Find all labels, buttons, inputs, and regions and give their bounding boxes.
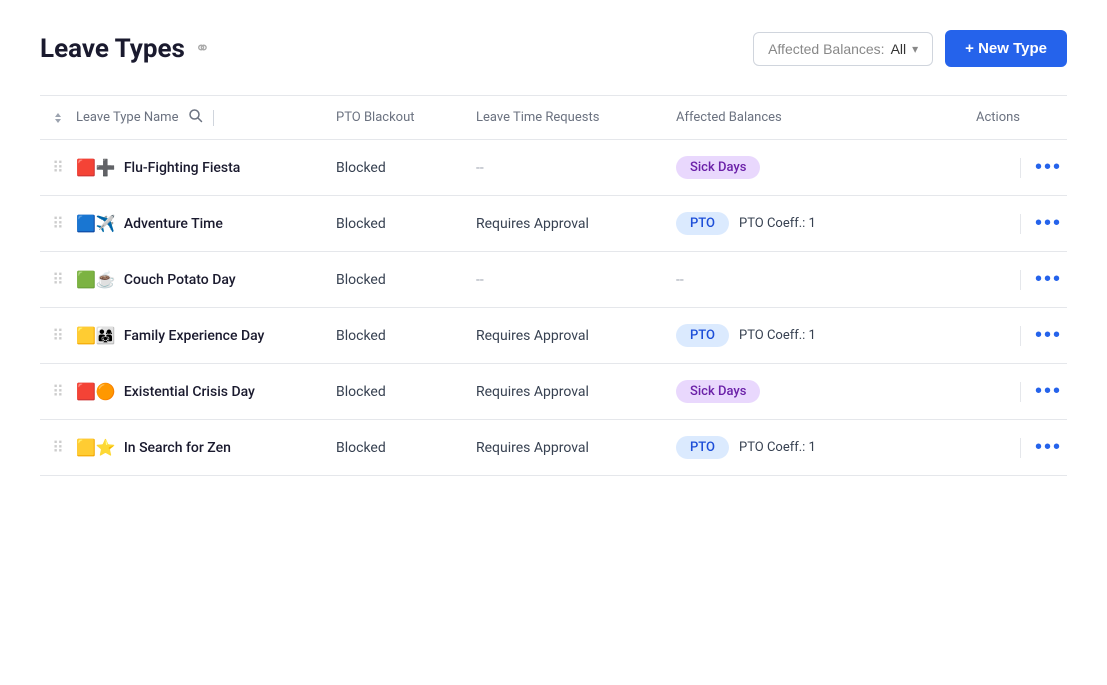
table-row: ⠿ 🟩☕ Couch Potato Day Blocked -- -- ••• (40, 252, 1067, 308)
row-requests: Requires Approval (476, 384, 676, 400)
row-name-cell: 🟨👨‍👩‍👧 Family Experience Day (76, 326, 336, 345)
affected-balances-filter[interactable]: Affected Balances: All ▾ (753, 32, 933, 66)
drag-handle[interactable]: ⠿ (40, 438, 76, 457)
leave-time-requests-label: Leave Time Requests (476, 110, 676, 125)
row-requests: Requires Approval (476, 216, 676, 232)
row-requests: Requires Approval (476, 328, 676, 344)
action-divider (1020, 382, 1021, 402)
action-divider (1020, 438, 1021, 458)
row-balances: PTO PTO Coeff.: 1 (676, 212, 976, 235)
row-name-cell: 🟥🟠 Existential Crisis Day (76, 382, 336, 401)
row-balances: Sick Days (676, 380, 976, 403)
row-blackout: Blocked (336, 272, 476, 288)
pto-badge: PTO (676, 324, 729, 347)
sick-days-badge: Sick Days (676, 156, 760, 179)
row-label: In Search for Zen (124, 440, 231, 456)
row-actions: ••• (976, 322, 1076, 349)
drag-handle[interactable]: ⠿ (40, 270, 76, 289)
row-name-cell: 🟩☕ Couch Potato Day (76, 270, 336, 289)
table-row: ⠿ 🟨👨‍👩‍👧 Family Experience Day Blocked R… (40, 308, 1067, 364)
coeff-text: PTO Coeff.: 1 (739, 216, 816, 231)
row-balances: PTO PTO Coeff.: 1 (676, 436, 976, 459)
row-requests: Requires Approval (476, 440, 676, 456)
row-icons: 🟨⭐ (76, 438, 116, 457)
drag-handle[interactable]: ⠿ (40, 382, 76, 401)
row-actions: ••• (976, 378, 1076, 405)
coeff-text: PTO Coeff.: 1 (739, 440, 816, 455)
row-requests: -- (476, 272, 676, 288)
more-actions-button[interactable]: ••• (1031, 266, 1066, 293)
more-actions-button[interactable]: ••• (1031, 322, 1066, 349)
row-actions: ••• (976, 266, 1076, 293)
row-actions: ••• (976, 154, 1076, 181)
header-divider (213, 110, 214, 126)
more-actions-button[interactable]: ••• (1031, 154, 1066, 181)
row-icons: 🟥➕ (76, 158, 116, 177)
row-requests: -- (476, 160, 676, 176)
coeff-text: PTO Coeff.: 1 (739, 328, 816, 343)
row-label: Adventure Time (124, 216, 223, 232)
row-label: Existential Crisis Day (124, 384, 255, 400)
action-divider (1020, 270, 1021, 290)
more-actions-button[interactable]: ••• (1031, 210, 1066, 237)
chevron-down-icon: ▾ (912, 42, 918, 56)
pto-badge: PTO (676, 212, 729, 235)
row-blackout: Blocked (336, 160, 476, 176)
row-icons: 🟨👨‍👩‍👧 (76, 326, 116, 345)
action-divider (1020, 214, 1021, 234)
row-icons: 🟦✈️ (76, 214, 116, 233)
row-blackout: Blocked (336, 216, 476, 232)
sort-icon[interactable] (40, 111, 76, 125)
table-header-row: Leave Type Name PTO Blackout Leave Time … (40, 96, 1067, 140)
page-title: Leave Types (40, 34, 185, 64)
row-name-cell: 🟨⭐ In Search for Zen (76, 438, 336, 457)
balance-dash: -- (676, 272, 684, 288)
leave-types-table: Leave Type Name PTO Blackout Leave Time … (40, 95, 1067, 476)
row-blackout: Blocked (336, 328, 476, 344)
row-balances: PTO PTO Coeff.: 1 (676, 324, 976, 347)
row-actions: ••• (976, 434, 1076, 461)
row-balances: -- (676, 272, 976, 288)
column-name-header: Leave Type Name (76, 106, 336, 129)
affected-balances-label: Affected Balances (676, 110, 976, 125)
row-name-cell: 🟦✈️ Adventure Time (76, 214, 336, 233)
more-actions-button[interactable]: ••• (1031, 378, 1066, 405)
row-icons: 🟩☕ (76, 270, 116, 289)
row-name-cell: 🟥➕ Flu-Fighting Fiesta (76, 158, 336, 177)
filter-label: Affected Balances: (768, 41, 884, 57)
table-row: ⠿ 🟦✈️ Adventure Time Blocked Requires Ap… (40, 196, 1067, 252)
table-row: ⠿ 🟨⭐ In Search for Zen Blocked Requires … (40, 420, 1067, 476)
row-icons: 🟥🟠 (76, 382, 116, 401)
row-label: Family Experience Day (124, 328, 265, 344)
table-row: ⠿ 🟥➕ Flu-Fighting Fiesta Blocked -- Sick… (40, 140, 1067, 196)
page-header: Leave Types ⚭ Affected Balances: All ▾ +… (40, 30, 1067, 67)
header-right: Affected Balances: All ▾ + New Type (753, 30, 1067, 67)
drag-handle[interactable]: ⠿ (40, 214, 76, 233)
table-row: ⠿ 🟥🟠 Existential Crisis Day Blocked Requ… (40, 364, 1067, 420)
action-divider (1020, 158, 1021, 178)
row-blackout: Blocked (336, 384, 476, 400)
more-actions-button[interactable]: ••• (1031, 434, 1066, 461)
header-left: Leave Types ⚭ (40, 34, 210, 64)
pto-blackout-label: PTO Blackout (336, 110, 476, 125)
row-label: Couch Potato Day (124, 272, 236, 288)
row-balances: Sick Days (676, 156, 976, 179)
row-actions: ••• (976, 210, 1076, 237)
row-blackout: Blocked (336, 440, 476, 456)
row-label: Flu-Fighting Fiesta (124, 160, 240, 176)
actions-label: Actions (976, 110, 1076, 125)
pto-badge: PTO (676, 436, 729, 459)
drag-handle[interactable]: ⠿ (40, 158, 76, 177)
sick-days-badge: Sick Days (676, 380, 760, 403)
page-container: Leave Types ⚭ Affected Balances: All ▾ +… (0, 0, 1107, 506)
drag-handle[interactable]: ⠿ (40, 326, 76, 345)
action-divider (1020, 326, 1021, 346)
new-type-button[interactable]: + New Type (945, 30, 1067, 67)
leave-type-name-label: Leave Type Name (76, 110, 178, 125)
filter-value: All (891, 41, 907, 57)
link-icon[interactable]: ⚭ (195, 38, 210, 59)
search-button[interactable] (186, 106, 205, 129)
